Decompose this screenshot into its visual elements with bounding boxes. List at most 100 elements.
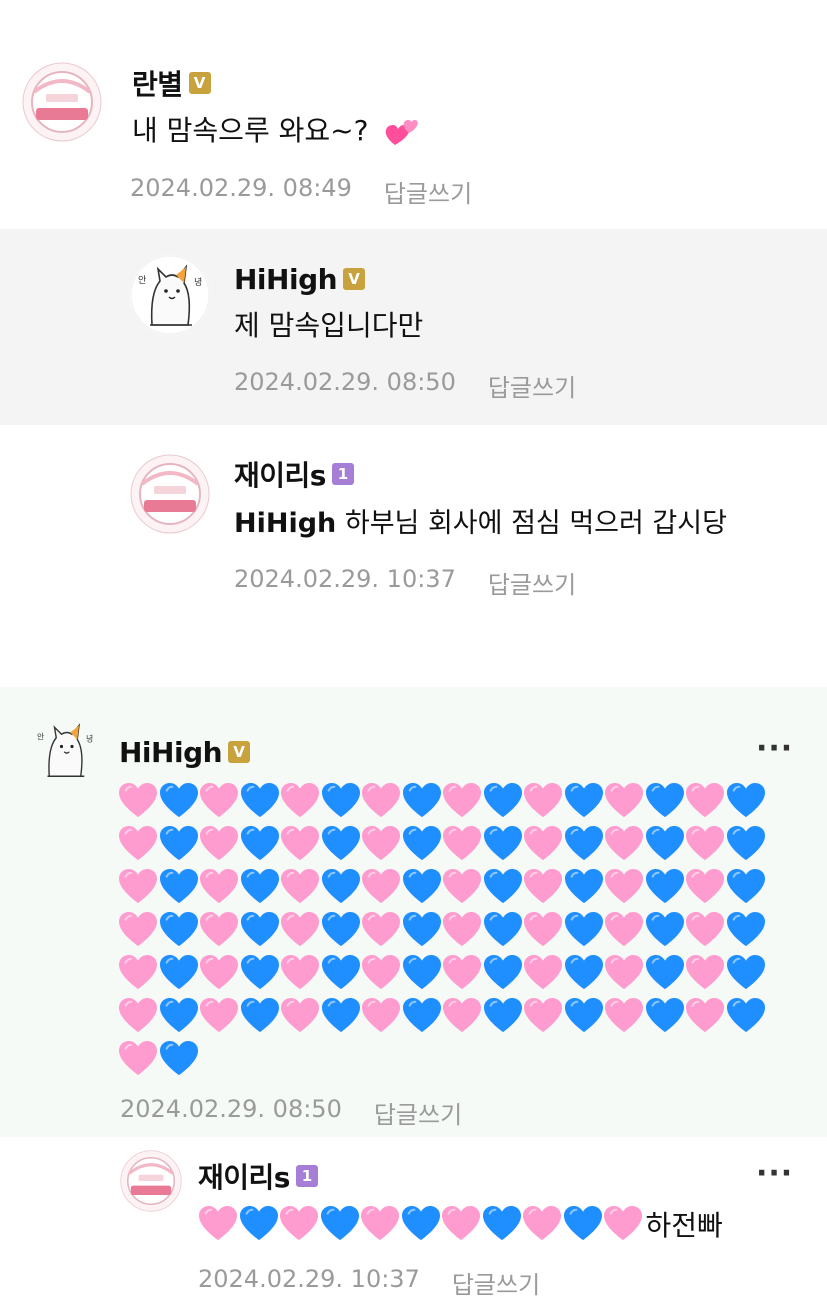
- pink-heart-icon: [442, 994, 483, 1037]
- comment-meta: 2024.02.29. 08:50 답글쓰기: [234, 368, 576, 403]
- blue-heart-icon: [563, 1204, 604, 1244]
- first-lover-badge-avatar: [130, 454, 210, 534]
- blue-heart-icon: [240, 779, 281, 822]
- pink-heart-icon: [199, 951, 240, 994]
- comment-meta: 2024.02.29. 10:37 답글쓰기: [234, 565, 576, 600]
- more-options-button[interactable]: ···: [756, 734, 793, 764]
- pink-heart-icon: [199, 908, 240, 951]
- pink-heart-icon: [118, 1037, 159, 1080]
- blue-heart-icon: [321, 951, 362, 994]
- pink-heart-icon: [441, 1204, 482, 1244]
- pink-heart-icon: [199, 865, 240, 908]
- timestamp: 2024.02.29. 10:37: [234, 565, 456, 593]
- blue-heart-icon: [240, 951, 281, 994]
- pink-heart-icon: [361, 865, 402, 908]
- blue-heart-icon: [321, 908, 362, 951]
- pink-heart-icon: [280, 994, 321, 1037]
- blue-heart-icon: [726, 822, 767, 865]
- blue-heart-icon: [726, 865, 767, 908]
- blue-heart-icon: [726, 779, 767, 822]
- pink-heart-icon: [685, 779, 726, 822]
- reply-link[interactable]: 답글쓰기: [374, 1095, 462, 1130]
- avatar[interactable]: 안 녕: [130, 255, 210, 335]
- pink-heart-icon: [118, 779, 159, 822]
- pink-heart-icon: [280, 779, 321, 822]
- reply-link[interactable]: 답글쓰기: [452, 1265, 540, 1300]
- blue-heart-icon: [564, 994, 605, 1037]
- pink-heart-icon: [118, 994, 159, 1037]
- pink-heart-icon: [442, 951, 483, 994]
- author-row: 재이리s 1: [234, 456, 354, 492]
- blue-heart-icon: [482, 1204, 523, 1244]
- avatar[interactable]: [130, 454, 210, 534]
- pink-heart-icon: [118, 865, 159, 908]
- blue-heart-icon: [564, 865, 605, 908]
- comment-meta: 2024.02.29. 08:49 답글쓰기: [130, 174, 472, 209]
- blue-heart-icon: [159, 822, 200, 865]
- reply-link[interactable]: 답글쓰기: [384, 174, 472, 209]
- verified-badge-icon: V: [228, 741, 251, 763]
- avatar[interactable]: [120, 1150, 182, 1212]
- comment-text: 하전빠: [645, 1209, 723, 1242]
- author-row: 재이리s 1: [198, 1158, 318, 1194]
- timestamp: 2024.02.29. 08:49: [130, 174, 352, 202]
- timestamp: 2024.02.29. 08:50: [234, 368, 456, 396]
- pink-heart-icon: [604, 865, 645, 908]
- pink-heart-icon: [442, 865, 483, 908]
- comment-text: 제 맘속입니다만: [234, 309, 424, 342]
- reply-link[interactable]: 답글쓰기: [488, 368, 576, 403]
- pink-heart-icon: [603, 1204, 644, 1244]
- pink-heart-icon: [442, 908, 483, 951]
- blue-heart-icon: [159, 908, 200, 951]
- blue-heart-icon: [726, 908, 767, 951]
- blue-heart-icon: [239, 1204, 280, 1244]
- comment-text: 내 맘속으루 와요~?: [132, 111, 419, 151]
- comment-2: 안 녕 HiHigh V 제 맘속입니다만 2024.02.29. 08:50 …: [0, 229, 827, 425]
- author-name[interactable]: HiHigh: [234, 263, 338, 296]
- author-row: 란별 V: [132, 65, 211, 101]
- blue-heart-icon: [483, 822, 524, 865]
- cat-character-avatar: 안 녕: [130, 255, 210, 335]
- avatar[interactable]: 안 녕: [30, 715, 100, 785]
- first-lover-badge-avatar: [120, 1150, 182, 1212]
- pink-heart-icon: [685, 865, 726, 908]
- blue-heart-icon: [240, 822, 281, 865]
- author-name[interactable]: 재이리s: [234, 454, 326, 494]
- blue-heart-icon: [402, 822, 443, 865]
- blue-heart-icon: [483, 908, 524, 951]
- blue-heart-icon: [320, 1204, 361, 1244]
- author-name[interactable]: HiHigh: [119, 736, 223, 769]
- more-options-button[interactable]: ···: [756, 1159, 793, 1189]
- mention[interactable]: HiHigh: [234, 508, 336, 539]
- pink-heart-icon: [199, 779, 240, 822]
- reply-link[interactable]: 답글쓰기: [488, 565, 576, 600]
- pink-heart-icon: [685, 822, 726, 865]
- pink-heart-icon: [604, 779, 645, 822]
- blue-heart-icon: [564, 908, 605, 951]
- pink-heart-icon: [523, 908, 564, 951]
- blue-heart-icon: [159, 994, 200, 1037]
- pink-heart-icon: [360, 1204, 401, 1244]
- blue-heart-icon: [645, 865, 686, 908]
- pink-heart-icon: [361, 779, 402, 822]
- pink-heart-icon: [280, 822, 321, 865]
- author-row: HiHigh V: [234, 261, 366, 297]
- timestamp: 2024.02.29. 10:37: [198, 1265, 420, 1293]
- avatar[interactable]: [22, 62, 102, 142]
- pink-heart-icon: [361, 951, 402, 994]
- first-lover-badge-avatar: [22, 62, 102, 142]
- blue-heart-icon: [321, 822, 362, 865]
- pink-heart-icon: [361, 994, 402, 1037]
- blue-heart-icon: [483, 865, 524, 908]
- pink-heart-icon: [685, 994, 726, 1037]
- pink-heart-icon: [685, 908, 726, 951]
- author-name[interactable]: 재이리s: [198, 1156, 290, 1196]
- blue-heart-icon: [159, 865, 200, 908]
- hearts-grid: [118, 779, 778, 1080]
- two-hearts-icon: [385, 117, 419, 147]
- blue-heart-icon: [402, 779, 443, 822]
- author-name[interactable]: 란별: [132, 63, 183, 103]
- blue-heart-icon: [240, 994, 281, 1037]
- comment-5: 재이리s 1 ··· 하전빠 2024.02.29. 10:37 답글쓰기: [0, 1138, 827, 1310]
- pink-heart-icon: [523, 865, 564, 908]
